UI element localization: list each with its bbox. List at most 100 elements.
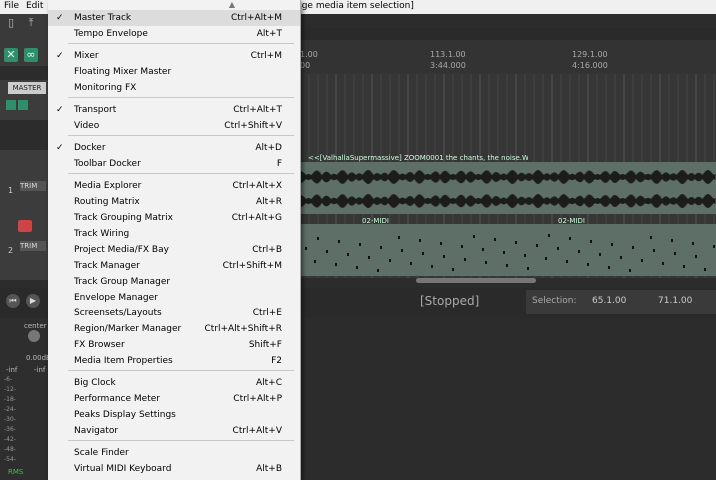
menu-scroll-up-icon[interactable]: ▲ — [222, 0, 242, 10]
ruler-bar-label: 113.1.00 — [430, 50, 466, 59]
menu-item-label: Performance Meter — [74, 394, 160, 404]
menu-item-shortcut: Alt+R — [256, 197, 282, 207]
menu-item[interactable]: Region/Marker Manager Ctrl+Alt+Shift+R — [48, 321, 300, 337]
menu-item[interactable]: Big Clock Alt+C — [48, 375, 300, 391]
selection-label: Selection: — [532, 296, 577, 306]
meter-scale-label: -6- — [4, 376, 13, 383]
new-project-icon[interactable]: ▯ — [4, 16, 18, 30]
horizontal-scrollbar[interactable] — [416, 278, 536, 283]
timeline-ruler[interactable]: 1.00 00 113.1.00 3:44.000 129.1.00 4:16.… — [296, 40, 716, 75]
menu-item-shortcut: Ctrl+E — [252, 308, 282, 318]
menu-item-label: Project Media/FX Bay — [74, 245, 169, 255]
menu-item[interactable]: Video Ctrl+Shift+V — [48, 118, 300, 134]
menu-item[interactable]: Navigator Ctrl+Alt+V — [48, 423, 300, 439]
menu-item-shortcut: Ctrl+M — [250, 51, 282, 61]
menu-item[interactable]: ✓ Docker Alt+D — [48, 140, 300, 156]
check-icon: ✓ — [56, 51, 64, 61]
menu-item-label: Scale Finder — [74, 448, 129, 458]
menu-separator — [68, 370, 294, 371]
selection-start[interactable]: 65.1.00 — [592, 296, 626, 306]
ruler-time-label: 4:16.000 — [572, 61, 608, 70]
menu-item[interactable]: Media Explorer Ctrl+Alt+X — [48, 178, 300, 194]
menu-edit[interactable]: Edit — [26, 1, 43, 11]
menu-item[interactable]: Toolbar Docker F — [48, 156, 300, 172]
menu-item[interactable]: Virtual MIDI Keyboard Alt+B — [48, 461, 300, 477]
go-to-start-icon[interactable]: ⏮ — [6, 294, 20, 308]
menu-item[interactable]: ✓ Mixer Ctrl+M — [48, 48, 300, 64]
trim-button[interactable]: TRIM — [20, 241, 46, 251]
menu-item-shortcut: Shift+F — [248, 340, 282, 350]
menu-item[interactable]: Peaks Display Settings — [48, 407, 300, 423]
meter-scale-label: -36- — [4, 426, 16, 433]
meter-scale-label: -54- — [4, 456, 16, 463]
menu-item-label: Video — [74, 121, 100, 131]
link-icon[interactable]: ∞ — [24, 48, 38, 62]
ruler-bar-label: 1.00 — [300, 50, 318, 59]
trim-button[interactable]: TRIM — [20, 181, 46, 191]
menu-item[interactable]: Routing Matrix Alt+R — [48, 194, 300, 210]
meter-scale-label: -48- — [4, 446, 16, 453]
menu-item[interactable]: Track Grouping Matrix Ctrl+Alt+G — [48, 210, 300, 226]
rms-label: RMS — [8, 468, 24, 476]
midi-clip-name: 02-MIDI — [362, 217, 389, 225]
menu-separator — [68, 135, 294, 136]
menu-item[interactable]: ✓ Transport Ctrl+Alt+T — [48, 102, 300, 118]
menu-item-label: Virtual MIDI Keyboard — [74, 464, 172, 474]
meter-scale-label: -18- — [4, 396, 16, 403]
menu-separator — [68, 440, 294, 441]
fx-icon[interactable] — [6, 100, 16, 110]
record-arm-icon[interactable] — [18, 220, 32, 232]
menu-item-label: Tempo Envelope — [74, 29, 148, 39]
menu-item-shortcut: Alt+C — [255, 378, 282, 388]
toolbar-strip — [296, 28, 716, 40]
menu-item-shortcut: F — [276, 159, 282, 169]
menu-item-label: Floating Mixer Master — [74, 67, 172, 77]
menu-item-label: Media Item Properties — [74, 356, 173, 366]
menu-item[interactable]: Scale Finder — [48, 445, 300, 461]
selection-end[interactable]: 71.1.00 — [658, 296, 692, 306]
check-icon: ✓ — [56, 143, 64, 153]
menu-item-shortcut: F2 — [271, 356, 282, 366]
menu-item[interactable]: Track Manager Ctrl+Shift+M — [48, 258, 300, 274]
menu-item[interactable]: Track Group Manager — [48, 274, 300, 290]
menu-item[interactable]: Screensets/Layouts Ctrl+E — [48, 305, 300, 321]
menu-item-label: Track Grouping Matrix — [74, 213, 173, 223]
menu-item[interactable]: ✓ Master Track Ctrl+Alt+M — [48, 10, 300, 26]
menu-item-shortcut: Ctrl+Alt+M — [230, 13, 282, 23]
menu-item[interactable]: FX Browser Shift+F — [48, 337, 300, 353]
midi-clip-name: 02-MIDI — [558, 217, 585, 225]
selection-box: Selection: 65.1.00 71.1.00 — [526, 290, 716, 314]
window-title: nge media item selection] — [296, 1, 414, 11]
save-icon[interactable]: ⤒ — [24, 16, 38, 30]
meter-scale-label: -42- — [4, 436, 16, 443]
menu-item-label: Mixer — [74, 51, 99, 61]
menu-item-label: Toolbar Docker — [74, 159, 141, 169]
ripple-edit-icon[interactable]: ✕ — [4, 48, 18, 62]
play-icon[interactable]: ▶ — [26, 294, 40, 308]
menu-item[interactable]: Envelope Manager — [48, 290, 300, 306]
menu-item[interactable]: Performance Meter Ctrl+Alt+P — [48, 391, 300, 407]
menu-item-label: Track Group Manager — [74, 277, 171, 287]
mixer-master-strip: center 0.00dB -inf -inf -6- -12- -18- -24- -… — [0, 318, 51, 480]
menu-item-shortcut: Ctrl+Alt+P — [233, 394, 282, 404]
menu-item-label: Navigator — [74, 426, 119, 436]
audio-clip-name: <<[ValhallaSupermassive] ZOOM0001 the ch… — [308, 154, 528, 162]
menu-item[interactable]: Floating Mixer Master — [48, 64, 300, 80]
menu-item-shortcut: Ctrl+Shift+V — [224, 121, 282, 131]
menu-item-label: Track Manager — [74, 261, 140, 271]
menu-item-label: Peaks Display Settings — [74, 410, 176, 420]
pan-knob[interactable] — [28, 330, 40, 342]
menu-item-shortcut: Ctrl+Alt+Shift+R — [204, 324, 282, 334]
master-label[interactable]: MASTER — [8, 82, 46, 94]
menu-item-label: Master Track — [74, 13, 132, 23]
menu-item[interactable]: Monitoring FX — [48, 80, 300, 96]
menu-file[interactable]: File — [4, 1, 19, 11]
menu-item[interactable]: Tempo Envelope Alt+T — [48, 26, 300, 42]
menu-item[interactable]: Media Item Properties F2 — [48, 353, 300, 369]
menu-item-shortcut: Ctrl+Alt+V — [232, 426, 282, 436]
menu-item[interactable]: Project Media/FX Bay Ctrl+B — [48, 242, 300, 258]
power-icon[interactable] — [18, 100, 28, 110]
menu-item[interactable]: Track Wiring — [48, 226, 300, 242]
view-menu-dropdown: ✓ Master Track Ctrl+Alt+M Tempo Envelope Alt… — [48, 0, 301, 480]
menu-item-label: Region/Marker Manager — [74, 324, 182, 334]
